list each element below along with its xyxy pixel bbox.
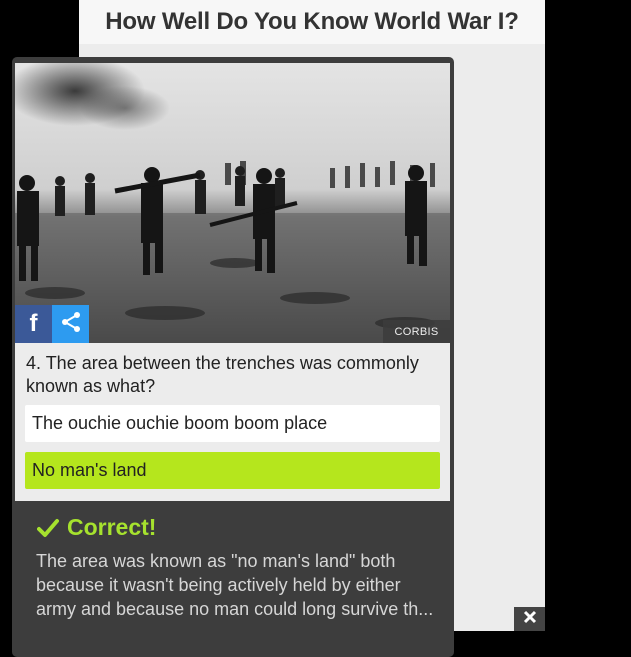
answer-label: No man's land — [32, 460, 147, 480]
share-icon — [60, 311, 82, 338]
share-button[interactable] — [52, 305, 89, 343]
facebook-icon: f — [29, 310, 38, 337]
answer-label: The ouchie ouchie boom boom place — [32, 413, 328, 433]
photo-credit: CORBIS — [383, 320, 450, 343]
result-title-text: Correct! — [67, 514, 157, 540]
page-title: How Well Do You Know World War I? — [105, 8, 519, 35]
check-icon — [37, 518, 59, 538]
result-explanation: The area was known as "no man's land" bo… — [36, 551, 434, 619]
question-text: 4. The area between the trenches was com… — [26, 353, 419, 396]
facebook-share-button[interactable]: f — [15, 305, 52, 343]
answer-option-1[interactable]: The ouchie ouchie boom boom place — [25, 405, 440, 442]
close-icon — [523, 610, 537, 629]
page-header: How Well Do You Know World War I? — [79, 0, 545, 44]
answer-option-2-correct[interactable]: No man's land — [25, 452, 440, 489]
result-title: Correct! — [37, 514, 156, 541]
close-button[interactable] — [514, 607, 545, 631]
question-photo — [15, 63, 450, 343]
